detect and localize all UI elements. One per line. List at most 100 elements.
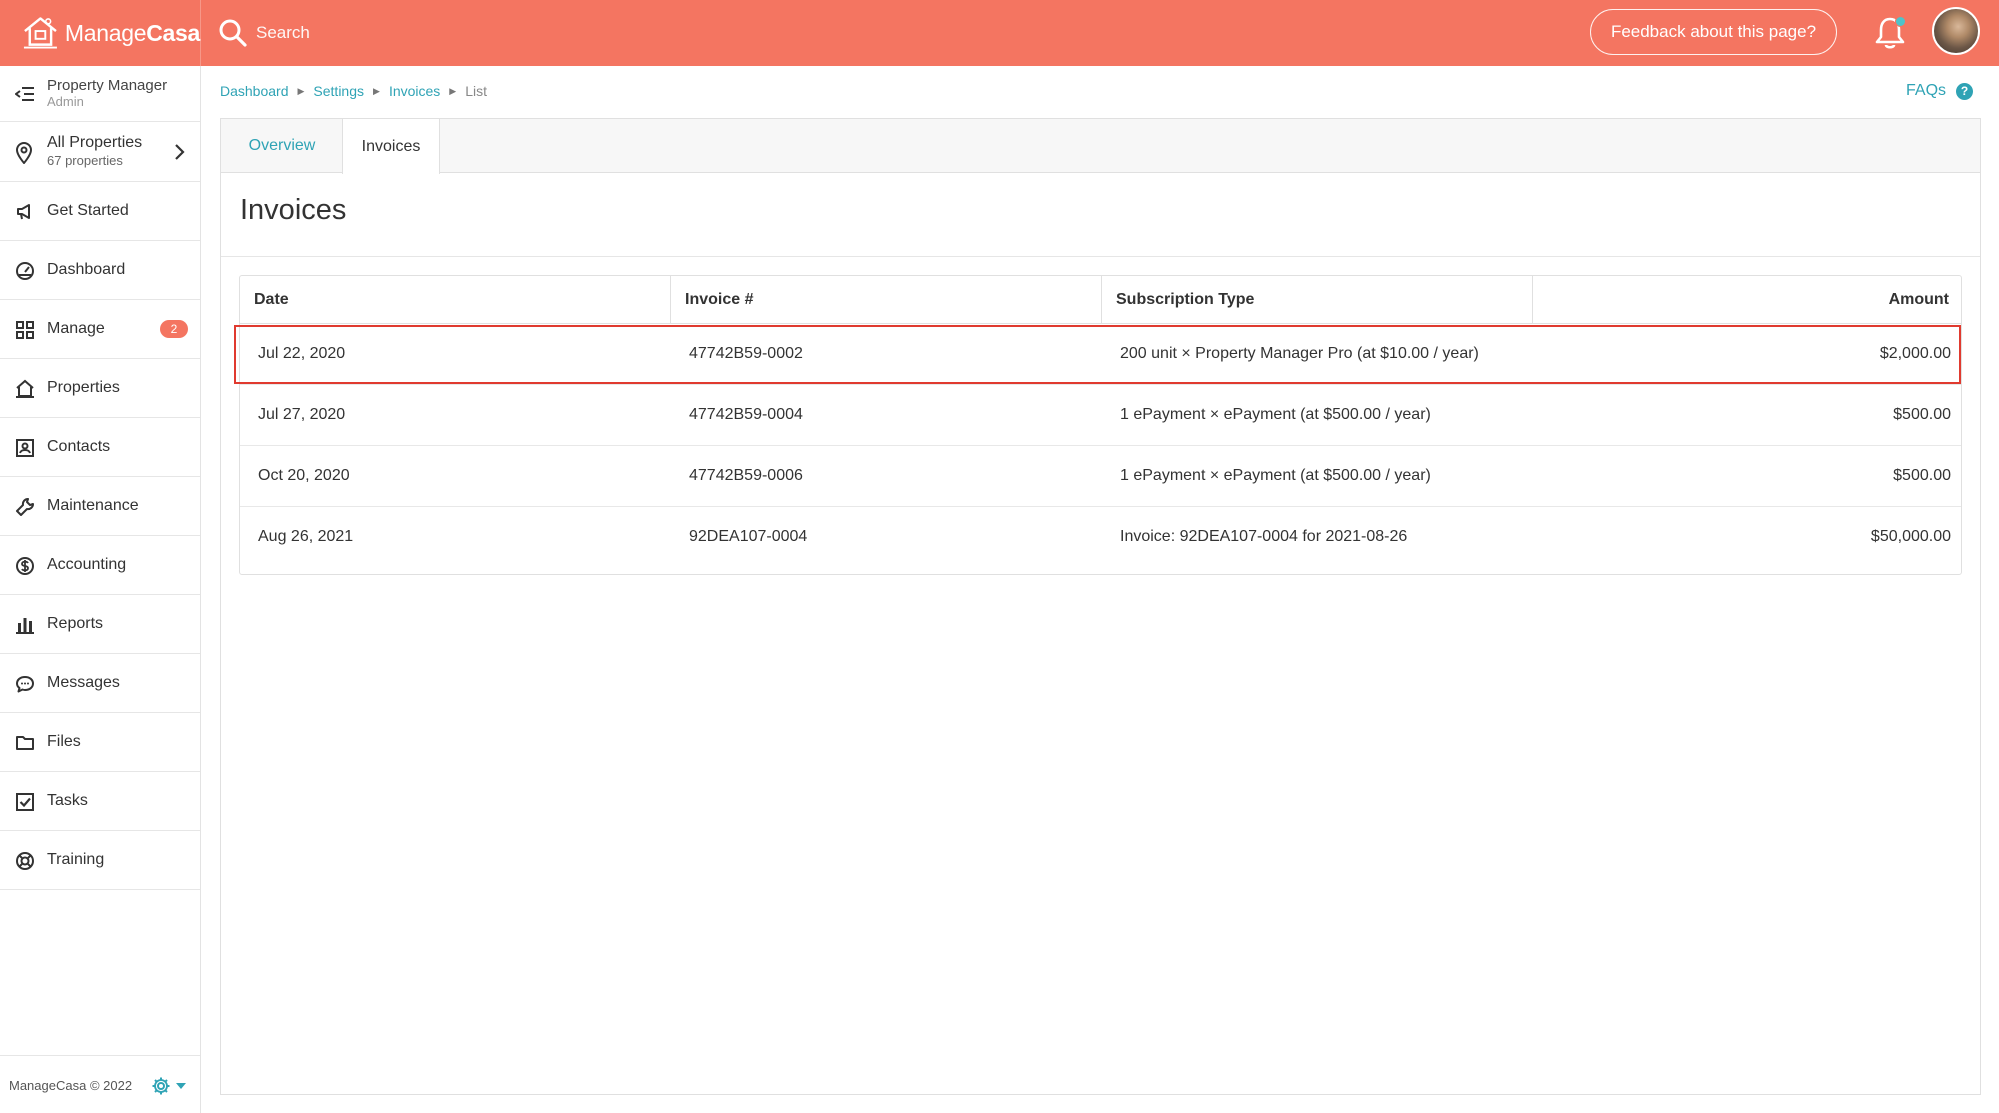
cell-date: Oct 20, 2020 [258, 467, 350, 484]
cell-date: Jul 22, 2020 [258, 345, 346, 362]
sidebar-item-contacts[interactable]: Contacts [0, 418, 200, 477]
faqs-link[interactable]: FAQs ? [1906, 82, 1974, 100]
sidebar-item-reports[interactable]: Reports [0, 595, 200, 654]
properties-title: All Properties [47, 134, 143, 151]
sidebar-item-tasks[interactable]: Tasks [0, 772, 200, 831]
sidebar: Property Manager Admin All Properties 67… [0, 66, 201, 1113]
brand-name-part2: Casa [146, 19, 200, 46]
breadcrumb-separator-icon: ▶ [373, 85, 380, 96]
cell-amount: $2,000.00 [1879, 345, 1951, 362]
grid-icon [15, 320, 35, 340]
sidebar-item-manage[interactable]: Manage 2 [0, 300, 200, 359]
sidebar-item-label: Maintenance [47, 497, 139, 514]
wrench-icon [15, 497, 35, 517]
breadcrumb-separator-icon: ▶ [297, 85, 305, 96]
breadcrumb-current: List [465, 83, 488, 99]
checkbox-icon [15, 792, 35, 812]
collapse-menu-icon [15, 87, 34, 101]
column-header-invoice-number[interactable]: Invoice # [671, 276, 1102, 324]
property-selector[interactable]: All Properties 67 properties [0, 122, 200, 182]
cell-invoice-number: 47742B59-0004 [689, 406, 803, 423]
breadcrumb-invoices[interactable]: Invoices [389, 83, 440, 99]
column-header-date[interactable]: Date [240, 276, 671, 324]
brand-name-part1: Manage [64, 19, 147, 46]
sidebar-item-label: Dashboard [47, 261, 126, 278]
divider [221, 256, 1980, 257]
chevron-right-icon [175, 144, 185, 160]
search-input[interactable]: Search [218, 14, 310, 52]
table-row[interactable]: Jul 27, 2020 47742B59-0004 1 ePayment × … [240, 385, 1961, 446]
page-title: Invoices [240, 194, 347, 226]
cell-amount: $50,000.00 [1870, 528, 1951, 545]
column-header-amount[interactable]: Amount [1533, 276, 1961, 324]
breadcrumb-dashboard[interactable]: Dashboard [220, 83, 289, 99]
top-bar: ManageCasa Search Feedback about this pa… [0, 0, 1999, 66]
sidebar-item-accounting[interactable]: Accounting [0, 536, 200, 595]
breadcrumb-settings[interactable]: Settings [313, 83, 364, 99]
breadcrumb: Dashboard ▶ Settings ▶ Invoices ▶ List [220, 83, 487, 99]
help-icon: ? [1956, 82, 1974, 100]
cell-amount: $500.00 [1893, 467, 1951, 484]
cell-subscription-type: Invoice: 92DEA107-0004 for 2021-08-26 [1120, 528, 1408, 545]
manage-count-badge: 2 [160, 320, 188, 338]
search-icon [219, 19, 247, 47]
cell-invoice-number: 47742B59-0002 [689, 345, 803, 362]
faqs-label: FAQs [1906, 82, 1947, 99]
role-title: Property Manager [47, 77, 168, 94]
sidebar-item-messages[interactable]: Messages [0, 654, 200, 713]
tab-overview[interactable]: Overview [221, 119, 343, 173]
megaphone-icon [15, 202, 35, 222]
house-logo-icon [23, 17, 57, 49]
logo[interactable]: ManageCasa [0, 0, 201, 66]
tab-bar: Overview Invoices [221, 119, 1980, 174]
caret-down-icon [176, 1083, 186, 1089]
tab-invoices[interactable]: Invoices [342, 119, 440, 174]
lifebuoy-icon [15, 851, 35, 871]
role-switcher[interactable]: Property Manager Admin [0, 66, 200, 122]
main-panel: Overview Invoices Invoices Date Invoice … [220, 118, 1981, 1095]
contact-card-icon [15, 438, 35, 458]
sidebar-item-label: Get Started [47, 202, 129, 219]
cell-subscription-type: 200 unit × Property Manager Pro (at $10.… [1120, 345, 1479, 362]
sidebar-item-label: Contacts [47, 438, 111, 455]
sidebar-item-training[interactable]: Training [0, 831, 200, 890]
sidebar-item-dashboard[interactable]: Dashboard [0, 241, 200, 300]
folder-icon [15, 733, 35, 753]
cell-invoice-number: 47742B59-0006 [689, 467, 803, 484]
table-row[interactable]: Aug 26, 2021 92DEA107-0004 Invoice: 92DE… [240, 507, 1961, 568]
sidebar-item-get-started[interactable]: Get Started [0, 182, 200, 241]
cell-amount: $500.00 [1893, 406, 1951, 423]
sidebar-item-label: Properties [47, 379, 120, 396]
invoices-table: Date Invoice # Subscription Type Amount … [239, 275, 1962, 575]
brand-name: ManageCasa [65, 20, 200, 47]
cell-invoice-number: 92DEA107-0004 [689, 528, 808, 545]
sidebar-item-label: Training [47, 851, 105, 868]
map-pin-icon [15, 142, 33, 164]
table-row[interactable]: Jul 22, 2020 47742B59-0002 200 unit × Pr… [240, 324, 1961, 385]
sidebar-item-properties[interactable]: Properties [0, 359, 200, 418]
table-row[interactable]: Oct 20, 2020 47742B59-0006 1 ePayment × … [240, 446, 1961, 507]
gear-icon [152, 1077, 170, 1095]
copyright-text: ManageCasa © 2022 [9, 1078, 133, 1093]
chat-bubble-icon [15, 674, 35, 694]
cell-subscription-type: 1 ePayment × ePayment (at $500.00 / year… [1120, 406, 1431, 423]
search-placeholder: Search [256, 23, 310, 42]
sidebar-item-label: Accounting [47, 556, 127, 573]
user-avatar[interactable] [1932, 7, 1980, 55]
sidebar-item-label: Manage [47, 320, 105, 337]
sidebar-item-maintenance[interactable]: Maintenance [0, 477, 200, 536]
bar-chart-icon [15, 615, 35, 635]
feedback-button[interactable]: Feedback about this page? [1590, 9, 1837, 55]
notifications-bell[interactable] [1872, 14, 1908, 52]
column-header-subscription-type[interactable]: Subscription Type [1102, 276, 1533, 324]
sidebar-item-label: Messages [47, 674, 120, 691]
sidebar-item-label: Files [47, 733, 81, 750]
role-subtitle: Admin [47, 94, 84, 109]
settings-dropdown[interactable] [151, 1075, 191, 1097]
sidebar-item-label: Tasks [47, 792, 88, 809]
sidebar-item-label: Reports [47, 615, 104, 632]
gauge-icon [15, 261, 35, 281]
sidebar-footer: ManageCasa © 2022 [0, 1055, 200, 1113]
house-icon [15, 379, 35, 399]
sidebar-item-files[interactable]: Files [0, 713, 200, 772]
